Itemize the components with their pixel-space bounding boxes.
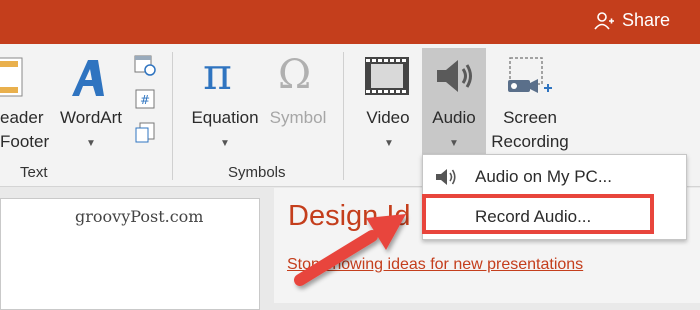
arrow-annotation-icon [294,214,406,286]
